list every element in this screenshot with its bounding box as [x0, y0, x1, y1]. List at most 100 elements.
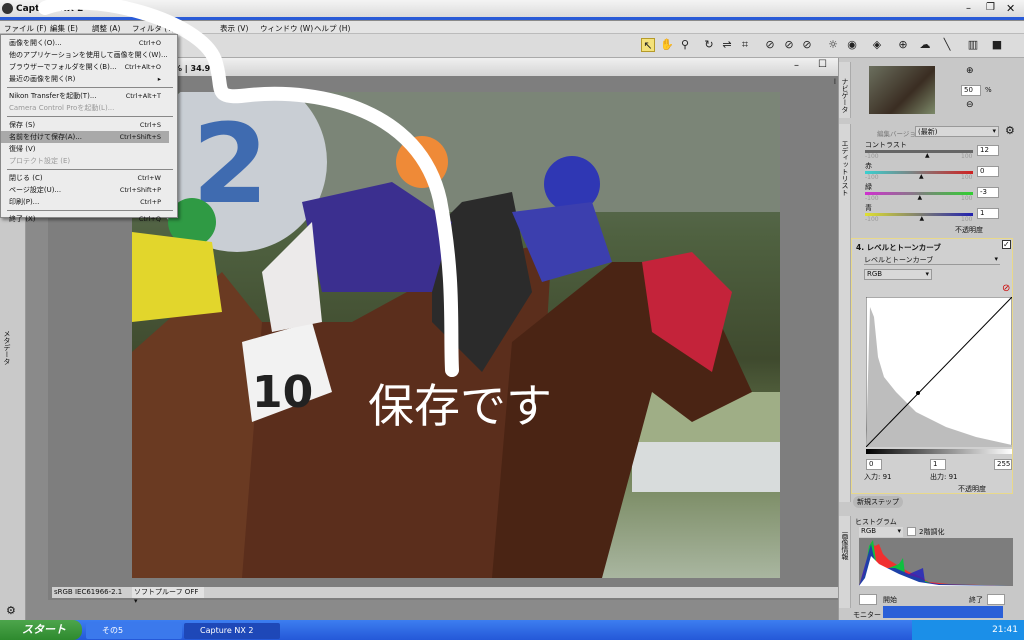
eye-icon[interactable]: ◉ [845, 38, 859, 52]
hand-tool-icon[interactable]: ✋ [660, 38, 674, 52]
file-menu-item[interactable]: 他のアプリケーションを使用して画像を開く(W)... [1, 49, 169, 61]
zoom-out-icon[interactable]: ⊖ [966, 100, 974, 110]
file-menu-item[interactable]: 最近の画像を開く(R) ▸ [1, 73, 169, 85]
white-point-field[interactable]: 255 [994, 459, 1012, 470]
taskbar-item-folder[interactable]: その5 [86, 623, 182, 639]
step-enable-checkbox[interactable]: ✓ [1002, 240, 1011, 249]
file-menu-item[interactable]: 名前を付けて保存(A)... Ctrl+Shift+S [1, 131, 169, 143]
slider-thumb[interactable]: ▲ [920, 215, 925, 222]
gamma-field[interactable]: 1 [930, 459, 946, 470]
histogram-start-field[interactable] [859, 594, 877, 605]
white-point-icon[interactable]: ⊘ [800, 38, 814, 52]
menu-item-shortcut: Ctrl+O [138, 39, 161, 47]
file-menu-item[interactable]: プロテクト設定 (E) [1, 155, 169, 167]
photo-canvas[interactable]: 2 10 保存です [132, 92, 780, 578]
slider-max: 100 [961, 174, 973, 181]
monitor-tab[interactable]: モニター [853, 610, 881, 620]
tone-curve-graph[interactable] [866, 297, 1012, 447]
brush-icon[interactable]: ╲ [940, 38, 954, 52]
menu-item-label: 終了 (X) [9, 215, 36, 223]
file-menu-item[interactable]: Camera Control Proを起動(L)... [1, 102, 169, 114]
file-menu-item[interactable]: 終了 (X) Ctrl+Q [1, 213, 169, 225]
clock: 21:41 [992, 625, 1018, 635]
curve-point[interactable] [916, 391, 920, 395]
rotate-tool-icon[interactable]: ↻ [702, 38, 716, 52]
neutral-point-icon[interactable]: ⊘ [782, 38, 796, 52]
menu-edit[interactable]: 編集 (E) [50, 23, 78, 34]
menu-file[interactable]: ファイル (F) [4, 23, 47, 34]
metadata-tab[interactable]: メタデータ [2, 330, 12, 365]
close-button[interactable]: ✕ [1006, 2, 1015, 15]
zoom-in-icon[interactable]: ⊕ [966, 66, 974, 76]
slider-min: -100 [865, 195, 879, 202]
posterize-checkbox[interactable] [907, 527, 916, 536]
settings-gear-icon[interactable]: ⚙ [1005, 124, 1015, 137]
slider-thumb[interactable]: ▲ [925, 152, 930, 159]
step-type-value: レベルとトーンカーブ [864, 256, 934, 264]
navigator-tab[interactable]: ナビゲーター [831, 62, 851, 118]
slider-value-field[interactable]: 12 [977, 145, 999, 156]
file-menu-item[interactable]: 復帰 (V) [1, 143, 169, 155]
zoom-field[interactable]: 50 [961, 85, 981, 96]
menu-help[interactable]: ヘルプ (H) [314, 23, 350, 34]
histogram-end-field[interactable] [987, 594, 1005, 605]
lasso-icon[interactable]: ☁ [918, 38, 932, 52]
black-point-icon[interactable]: ⊘ [763, 38, 777, 52]
slider-thumb[interactable]: ▲ [918, 194, 923, 201]
menu-window[interactable]: ウィンドウ (W) [260, 23, 313, 34]
slider-value-field[interactable]: 0 [977, 166, 999, 177]
file-menu-item[interactable]: Nikon Transferを起動(T)... Ctrl+Alt+T [1, 90, 169, 102]
edit-list-tab[interactable]: エディットリスト [839, 124, 851, 502]
menu-item-label: Camera Control Proを起動(L)... [9, 104, 115, 112]
channel-dropdown[interactable]: RGB ▾ [864, 269, 932, 280]
file-menu-item[interactable]: ページ設定(U)... Ctrl+Shift+P [1, 184, 169, 196]
soft-proof-dropdown[interactable]: ソフトプルーフ OFF ▾ [132, 587, 204, 605]
histogram-end-label: 終了 [969, 596, 983, 604]
menu-view[interactable]: 表示 (V) [220, 23, 248, 34]
histogram-title[interactable]: ヒストグラム [855, 517, 897, 527]
step-title[interactable]: 4. レベルとトーンカーブ [856, 242, 941, 253]
navigator-thumbnail[interactable] [869, 66, 935, 114]
language-bar[interactable] [883, 606, 1003, 618]
file-menu-item[interactable]: 閉じる (C) Ctrl+W [1, 172, 169, 184]
select-tool-icon[interactable]: ↖ [641, 38, 655, 52]
restore-button[interactable]: ❐ [986, 2, 995, 13]
gear-icon[interactable]: ⚙ [6, 604, 16, 617]
menu-item-label: 印刷(P)... [9, 198, 40, 206]
histogram-channel-dropdown[interactable]: RGB ▾ [859, 527, 903, 537]
menu-filter[interactable]: フィルタ (T) [132, 23, 175, 34]
doc-maximize-button[interactable]: ☐ [818, 59, 827, 70]
adjust-slider[interactable] [865, 150, 973, 153]
straighten-tool-icon[interactable]: ⇌ [720, 38, 734, 52]
selection-brush-icon[interactable]: ⊕ [896, 38, 910, 52]
slider-value-field[interactable]: 1 [977, 208, 999, 219]
slider-max: 100 [961, 153, 973, 160]
taskbar-item-capture-nx[interactable]: Capture NX 2 [184, 623, 280, 639]
new-step-button[interactable]: 新規ステップ [853, 496, 903, 508]
doc-minimize-button[interactable]: – [794, 60, 799, 71]
auto-retouch-icon[interactable]: ◈ [870, 38, 884, 52]
red-eye-icon[interactable]: ☼ [826, 38, 840, 52]
reset-icon[interactable]: ⊘ [1002, 283, 1010, 294]
crop-tool-icon[interactable]: ⌗ [738, 38, 752, 52]
slider-thumb[interactable]: ▲ [919, 173, 924, 180]
menu-separator [7, 210, 173, 211]
menu-adjust[interactable]: 調整 (A) [92, 23, 120, 34]
fill-icon[interactable]: ■ [990, 38, 1004, 52]
file-menu-item[interactable]: 印刷(P)... Ctrl+P [1, 196, 169, 208]
file-menu-item[interactable]: ブラウザーでフォルダを開く(B)... Ctrl+Alt+O [1, 61, 169, 73]
step-type-dropdown[interactable]: レベルとトーンカーブ ▾ [864, 255, 1000, 265]
gradient-icon[interactable]: ▥ [966, 38, 980, 52]
minimize-button[interactable]: – [966, 3, 971, 14]
zoom-tool-icon[interactable]: ⚲ [678, 38, 692, 52]
file-menu-item[interactable]: 画像を開く(O)... Ctrl+O [1, 37, 169, 49]
version-dropdown[interactable]: (最新) ▾ [915, 126, 999, 137]
menu-item-label: 名前を付けて保存(A)... [9, 133, 82, 141]
black-point-field[interactable]: 0 [866, 459, 882, 470]
slider-value-field[interactable]: -3 [977, 187, 999, 198]
menu-item-shortcut: Ctrl+W [137, 174, 161, 182]
image-info-tab[interactable]: 画像情報 [839, 516, 851, 608]
start-button[interactable]: スタート [0, 620, 82, 640]
menu-item-shortcut: Ctrl+Alt+T [125, 92, 161, 100]
file-menu-item[interactable]: 保存 (S) Ctrl+S [1, 119, 169, 131]
